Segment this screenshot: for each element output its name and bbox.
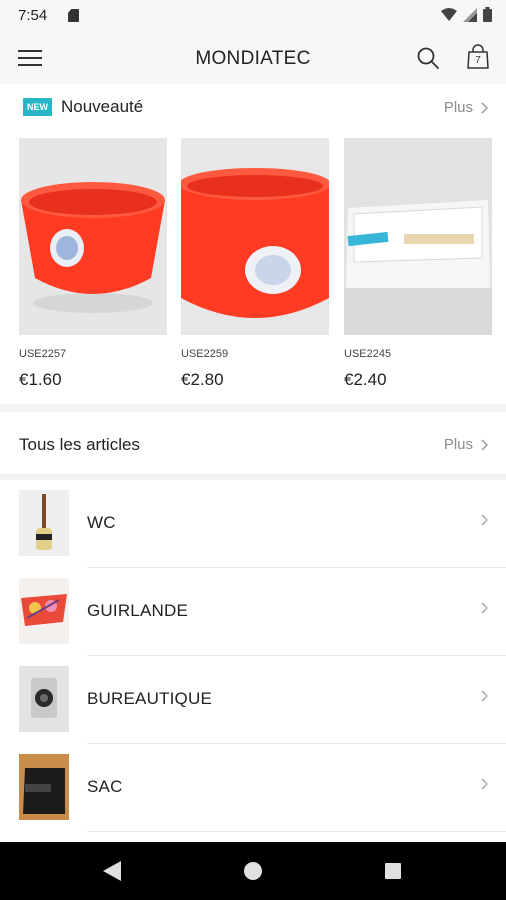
sd-card-icon [68,9,79,22]
app-bar: MONDIATEC 7 [0,32,506,84]
all-articles-title: Tous les articles [19,435,140,454]
cart-button[interactable]: 7 [466,44,490,70]
all-more-label: Plus [443,436,473,453]
category-item[interactable]: SAC [0,744,506,832]
all-more-link[interactable]: Plus [444,436,488,453]
product-price: €2.40 [344,370,387,389]
chevron-right-icon [481,778,488,790]
category-label: SAC [87,777,123,796]
recents-icon[interactable] [385,863,401,879]
back-icon[interactable] [103,861,121,881]
category-item[interactable]: WC [0,480,506,568]
new-badge: NEW [23,98,52,116]
chevron-right-icon [481,438,488,451]
product-code: USE2257 [19,348,67,360]
new-more-link[interactable]: Plus [444,99,488,116]
category-label: GUIRLANDE [87,601,188,620]
product-card[interactable]: USE2245 €2.40 [344,138,492,389]
status-time: 7:54 [18,7,48,24]
all-articles-header: Tous les articles Plus [0,414,506,474]
category-thumbnail [19,490,69,556]
new-products-carousel[interactable]: USE2257 €1.60 USE2259 €2.80 USE2245 €2.4… [0,138,506,400]
chevron-right-icon [481,514,488,526]
wifi-icon [441,8,457,21]
product-image [181,138,329,335]
category-thumbnail [19,666,69,732]
product-code: USE2245 [344,348,392,360]
category-item[interactable]: GUIRLANDE [0,568,506,656]
status-icons [441,7,492,22]
signal-icon [463,7,477,22]
list-divider [87,831,506,832]
product-image [344,138,492,335]
category-label: BUREAUTIQUE [87,689,212,708]
product-code: USE2259 [181,348,229,360]
product-image [19,138,167,335]
category-item[interactable]: BUREAUTIQUE [0,656,506,744]
category-list: WC GUIRLANDE BUREAUTIQUE SAC [0,480,506,832]
search-icon[interactable] [416,46,440,70]
chevron-right-icon [481,101,488,114]
status-bar: 7:54 [0,0,506,32]
product-card[interactable]: USE2259 €2.80 [181,138,329,389]
battery-icon [483,7,492,22]
new-section-header: NEW Nouveauté Plus [0,84,506,132]
category-label: WC [87,513,116,532]
section-divider [0,404,506,412]
product-card[interactable]: USE2257 €1.60 [19,138,167,389]
category-thumbnail [19,578,69,644]
home-icon[interactable] [244,862,262,880]
new-more-label: Plus [443,99,473,116]
new-section-title: Nouveauté [61,97,144,116]
cart-count: 7 [475,55,481,66]
category-thumbnail [19,754,69,820]
system-nav-bar [0,842,506,900]
product-price: €1.60 [19,370,62,389]
chevron-right-icon [481,690,488,702]
product-price: €2.80 [181,370,224,389]
chevron-right-icon [481,602,488,614]
